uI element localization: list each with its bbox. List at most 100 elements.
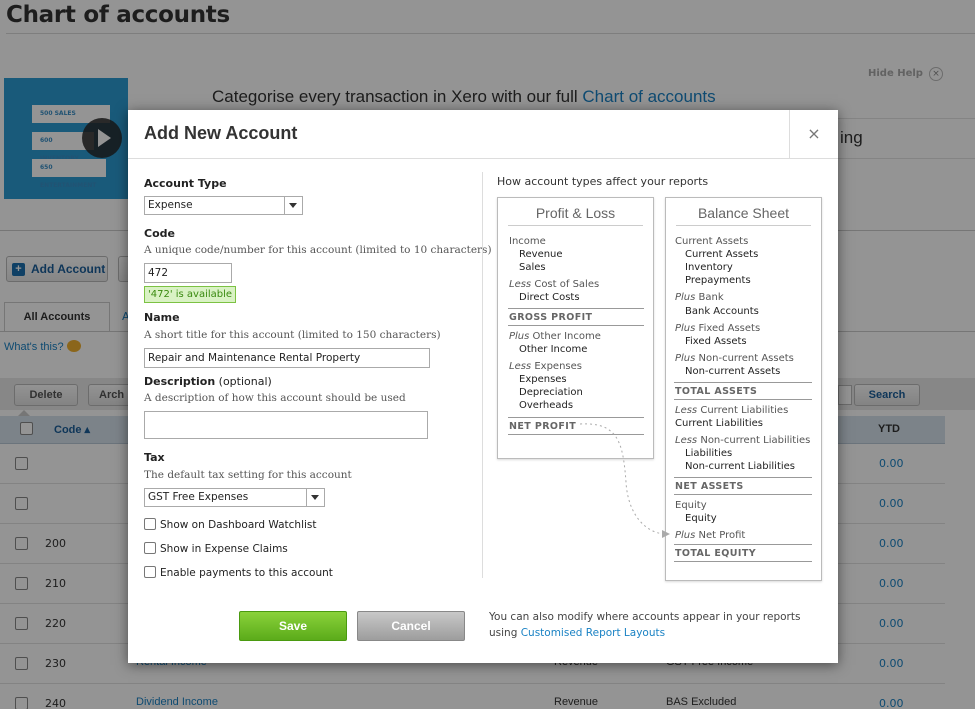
pl-expenses: Expenses xyxy=(519,374,567,385)
account-type-value: Expense xyxy=(148,199,193,211)
pl-plus: Plus xyxy=(509,331,530,342)
save-button[interactable]: Save xyxy=(239,611,347,641)
expense-claims-checkbox-row[interactable]: Show in Expense Claims xyxy=(144,542,288,555)
pl-overheads: Overheads xyxy=(519,400,574,411)
pl-cost-of-sales-text: Cost of Sales xyxy=(531,279,600,290)
dialog-title: Add New Account xyxy=(144,123,298,143)
report-layout-note: You can also modify where accounts appea… xyxy=(489,609,819,641)
close-icon[interactable]: × xyxy=(789,110,838,159)
bs-plus: Plus xyxy=(675,530,696,541)
bs-plus: Plus xyxy=(675,323,696,334)
customised-report-layouts-link[interactable]: Customised Report Layouts xyxy=(521,627,665,639)
watchlist-checkbox-row[interactable]: Show on Dashboard Watchlist xyxy=(144,518,317,531)
cancel-button[interactable]: Cancel xyxy=(357,611,465,641)
name-help: A short title for this account (limited … xyxy=(144,329,441,341)
bs-noncurrent-liab-text: Non-current Liabilities xyxy=(697,435,811,446)
name-label: Name xyxy=(144,311,180,324)
watchlist-checkbox[interactable] xyxy=(144,518,156,530)
expense-claims-label: Show in Expense Claims xyxy=(160,543,288,555)
pl-depreciation: Depreciation xyxy=(519,387,583,398)
bs-liabilities: Liabilities xyxy=(685,448,733,459)
description-label-text: Description xyxy=(144,375,216,388)
pl-less: Less xyxy=(509,361,532,372)
bs-less: Less xyxy=(675,405,698,416)
bs-noncurrent-assets-heading: Plus Non-current Assets xyxy=(675,353,794,364)
balance-sheet-title: Balance Sheet xyxy=(697,205,790,221)
panel-rule xyxy=(674,399,812,400)
bs-equity: Equity xyxy=(685,513,717,524)
watchlist-label: Show on Dashboard Watchlist xyxy=(160,519,317,531)
panel-rule xyxy=(674,494,812,495)
enable-payments-checkbox[interactable] xyxy=(144,566,156,578)
code-input[interactable]: 472 xyxy=(144,263,232,283)
description-optional: (optional) xyxy=(215,375,272,388)
vertical-divider xyxy=(482,172,483,578)
code-label: Code xyxy=(144,227,175,240)
name-input[interactable]: Repair and Maintenance Rental Property xyxy=(144,348,430,368)
bs-net-profit-heading: Plus Net Profit xyxy=(675,530,745,541)
panel-rule xyxy=(508,417,644,418)
reports-info-title: How account types affect your reports xyxy=(497,175,709,188)
dialog-header: Add New Account × xyxy=(128,110,838,159)
profit-loss-title: Profit & Loss xyxy=(535,205,616,221)
description-help: A description of how this account should… xyxy=(144,392,406,404)
chevron-down-icon xyxy=(306,489,324,506)
pl-sales: Sales xyxy=(519,262,546,273)
tax-value: GST Free Expenses xyxy=(148,491,249,503)
pl-other-income: Other Income xyxy=(519,344,588,355)
pl-gross-profit: GROSS PROFIT xyxy=(509,312,593,323)
pl-revenue: Revenue xyxy=(519,249,563,260)
tax-help: The default tax setting for this account xyxy=(144,469,352,481)
pl-direct-costs: Direct Costs xyxy=(519,292,580,303)
panel-rule xyxy=(674,561,812,562)
pl-net-profit: NET PROFIT xyxy=(509,421,577,432)
code-available-badge: '472' is available xyxy=(144,286,237,303)
enable-payments-label: Enable payments to this account xyxy=(160,567,333,579)
bs-current-liab: Current Liabilities xyxy=(675,418,763,429)
profit-loss-panel: Profit & Loss Income Revenue Sales Less … xyxy=(497,197,654,459)
pl-expenses-text: Expenses xyxy=(531,361,582,372)
bs-noncurrent-liab-heading: Less Non-current Liabilities xyxy=(675,435,810,446)
bs-current-liab-text: Current Liabilities xyxy=(697,405,789,416)
description-label: Description (optional) xyxy=(144,375,272,388)
description-textarea[interactable] xyxy=(144,411,428,439)
connector-line xyxy=(579,423,667,535)
bs-fixed-assets-heading: Plus Fixed Assets xyxy=(675,323,760,334)
bs-current-assets-heading: Current Assets xyxy=(675,236,749,247)
bs-inventory: Inventory xyxy=(685,262,733,273)
bs-net-assets: NET ASSETS xyxy=(675,481,744,492)
bs-equity-heading: Equity xyxy=(675,500,707,511)
bs-plus: Plus xyxy=(675,292,696,303)
balance-sheet-panel: Balance Sheet Current Assets Current Ass… xyxy=(665,197,822,581)
pl-less: Less xyxy=(509,279,532,290)
panel-rule xyxy=(508,325,644,326)
chevron-down-icon xyxy=(284,197,302,214)
bs-bank-accounts: Bank Accounts xyxy=(685,306,759,317)
enable-payments-checkbox-row[interactable]: Enable payments to this account xyxy=(144,566,333,579)
bs-fixed-assets: Fixed Assets xyxy=(685,336,747,347)
bs-total-equity: TOTAL EQUITY xyxy=(675,548,756,559)
tax-select[interactable]: GST Free Expenses xyxy=(144,488,325,507)
bs-noncurrent-assets: Non-current Assets xyxy=(685,366,781,377)
panel-divider xyxy=(508,225,643,226)
pl-other-income-text: Other Income xyxy=(529,331,601,342)
bs-current-liab-heading: Less Current Liabilities xyxy=(675,405,788,416)
account-type-select[interactable]: Expense xyxy=(144,196,303,215)
bs-bank-heading: Plus Bank xyxy=(675,292,724,303)
net-profit-connector xyxy=(579,423,670,538)
panel-rule xyxy=(674,382,812,383)
bs-current-assets: Current Assets xyxy=(685,249,759,260)
panel-rule xyxy=(674,544,812,545)
pl-income-heading: Income xyxy=(509,236,546,247)
panel-rule xyxy=(674,477,812,478)
pl-expenses-heading: Less Expenses xyxy=(509,361,582,372)
bs-less: Less xyxy=(675,435,698,446)
bs-noncurrent-assets-text: Non-current Assets xyxy=(695,353,794,364)
expense-claims-checkbox[interactable] xyxy=(144,542,156,554)
panel-divider xyxy=(676,225,811,226)
tax-label: Tax xyxy=(144,451,165,464)
pl-other-income-heading: Plus Other Income xyxy=(509,331,601,342)
bs-plus: Plus xyxy=(675,353,696,364)
panel-rule xyxy=(508,308,644,309)
arrow-icon xyxy=(662,530,670,538)
